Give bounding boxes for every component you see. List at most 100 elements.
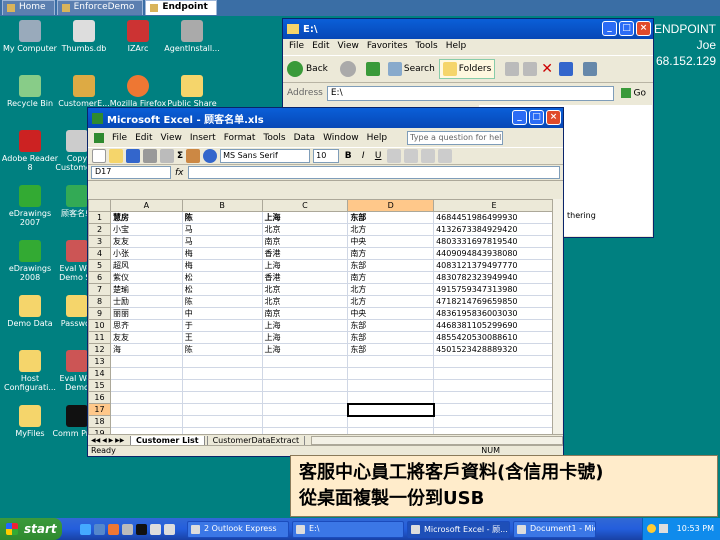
- excel-menu-edit[interactable]: Edit: [135, 133, 152, 143]
- tab-enforcedemo[interactable]: EnforceDemo: [56, 0, 144, 15]
- explorer-titlebar[interactable]: E:\ _ □ ×: [283, 19, 653, 39]
- views-icon[interactable]: [583, 62, 598, 76]
- help-icon[interactable]: [203, 149, 218, 163]
- menu-view[interactable]: View: [338, 41, 359, 53]
- row-header[interactable]: 11: [88, 331, 111, 344]
- table-cell[interactable]: 小张: [109, 247, 183, 260]
- table-cell[interactable]: 4132673384929420: [433, 223, 555, 236]
- table-cell[interactable]: [433, 367, 555, 380]
- table-cell[interactable]: 上海: [261, 211, 349, 224]
- table-cell[interactable]: 北方: [347, 295, 435, 308]
- search-button[interactable]: Search: [387, 62, 435, 76]
- table-cell[interactable]: 南京: [261, 307, 349, 320]
- start-button[interactable]: start: [0, 518, 62, 540]
- table-cell[interactable]: [181, 379, 263, 392]
- horizontal-scrollbar[interactable]: [311, 436, 563, 445]
- table-cell[interactable]: 松: [181, 271, 263, 284]
- table-cell[interactable]: 上海: [261, 259, 349, 272]
- table-cell[interactable]: [261, 415, 349, 428]
- table-cell[interactable]: [181, 403, 263, 416]
- table-cell[interactable]: [109, 391, 183, 404]
- table-cell[interactable]: [261, 355, 349, 368]
- column-header[interactable]: B: [181, 199, 263, 212]
- desktop-icon-thumbs[interactable]: Thumbs.db: [54, 20, 114, 53]
- fx-icon[interactable]: fx: [175, 168, 184, 178]
- table-cell[interactable]: 楚瑜: [109, 283, 183, 296]
- tab-home[interactable]: Home: [2, 0, 55, 15]
- row-header[interactable]: 18: [88, 415, 111, 428]
- row-header[interactable]: 17: [88, 403, 111, 416]
- vertical-scrollbar[interactable]: [552, 199, 562, 434]
- desktop-icon-my-computer[interactable]: My Computer: [0, 20, 60, 53]
- help-question-input[interactable]: Type a question for help: [407, 130, 504, 145]
- table-cell[interactable]: 北京: [261, 283, 349, 296]
- save-icon[interactable]: [126, 149, 140, 163]
- table-cell[interactable]: 香港: [261, 271, 349, 284]
- table-cell[interactable]: [347, 379, 435, 392]
- menu-edit[interactable]: Edit: [312, 41, 329, 53]
- row-header[interactable]: 15: [88, 379, 111, 392]
- row-header[interactable]: 1: [88, 211, 111, 224]
- chart-icon[interactable]: [186, 149, 201, 163]
- column-header[interactable]: A: [109, 199, 183, 212]
- address-input[interactable]: E:\: [326, 85, 614, 101]
- desktop-icon-recycle-bin[interactable]: Recycle Bin: [0, 75, 60, 108]
- excel-menu-format[interactable]: Format: [224, 133, 256, 143]
- close-button[interactable]: ×: [636, 21, 651, 36]
- table-cell[interactable]: 于: [181, 319, 263, 332]
- menu-tools[interactable]: Tools: [416, 41, 438, 53]
- table-cell[interactable]: 南京: [261, 235, 349, 248]
- font-select[interactable]: MS Sans Serif: [220, 149, 311, 163]
- back-button[interactable]: Back: [287, 61, 328, 77]
- excel-menu-window[interactable]: Window: [323, 133, 359, 143]
- table-cell[interactable]: 北京: [261, 295, 349, 308]
- table-cell[interactable]: 东部: [347, 319, 435, 332]
- ie-icon[interactable]: [80, 523, 91, 535]
- tab-endpoint[interactable]: Endpoint: [145, 0, 217, 15]
- up-folder-icon[interactable]: [365, 62, 380, 76]
- table-cell[interactable]: [261, 403, 349, 416]
- excel-menu-tools[interactable]: Tools: [263, 133, 285, 143]
- table-cell[interactable]: [347, 415, 435, 428]
- desktop-icon-agentinstall[interactable]: AgentInstall...: [162, 20, 222, 53]
- maximize-button[interactable]: □: [619, 21, 634, 36]
- table-cell[interactable]: 4718214769659850: [433, 295, 555, 308]
- name-box[interactable]: D17: [91, 166, 171, 179]
- menu-help[interactable]: Help: [446, 41, 467, 53]
- desktop-icon-izarc[interactable]: IZArc: [108, 20, 168, 53]
- excel-titlebar[interactable]: Microsoft Excel - 顾客名单.xls _ □ ×: [88, 108, 563, 128]
- table-cell[interactable]: 陈: [181, 343, 263, 356]
- table-cell[interactable]: 松: [181, 283, 263, 296]
- table-cell[interactable]: 马: [181, 235, 263, 248]
- row-header[interactable]: 9: [88, 307, 111, 320]
- align-center-icon[interactable]: [404, 149, 419, 163]
- task-excel[interactable]: Microsoft Excel - 顾...: [407, 520, 510, 538]
- table-cell[interactable]: 4468381105299690: [433, 319, 555, 332]
- font-size-select[interactable]: 10: [313, 149, 340, 163]
- borders-icon[interactable]: [438, 149, 453, 163]
- excel-maximize-button[interactable]: □: [529, 110, 544, 125]
- table-cell[interactable]: 紫仪: [109, 271, 183, 284]
- table-cell[interactable]: [347, 391, 435, 404]
- task-word-document[interactable]: Document1 - Micros...: [513, 520, 596, 538]
- desktop-icon-public-share[interactable]: Public Share: [162, 75, 222, 108]
- table-cell[interactable]: [433, 403, 555, 416]
- select-all-cell[interactable]: [88, 199, 111, 212]
- row-header[interactable]: 16: [88, 391, 111, 404]
- table-cell[interactable]: [109, 367, 183, 380]
- table-cell[interactable]: [261, 367, 349, 380]
- italic-button[interactable]: I: [357, 151, 369, 161]
- sheet-tab-customer-list[interactable]: Customer List: [130, 435, 205, 446]
- underline-button[interactable]: U: [372, 151, 384, 161]
- table-cell[interactable]: 香港: [261, 247, 349, 260]
- table-cell[interactable]: 4409094843938080: [433, 247, 555, 260]
- forward-arrow-icon[interactable]: [339, 61, 356, 77]
- excel-minimize-button[interactable]: _: [512, 110, 527, 125]
- table-cell[interactable]: 陈: [181, 211, 263, 224]
- table-cell[interactable]: [261, 379, 349, 392]
- excel-menu-view[interactable]: View: [161, 133, 182, 143]
- table-cell[interactable]: 陈: [181, 295, 263, 308]
- delete-icon[interactable]: ✕: [541, 62, 555, 76]
- sheet-nav-icon[interactable]: ◀◀ ◀ ▶ ▶▶: [88, 437, 130, 444]
- bold-button[interactable]: B: [342, 151, 354, 161]
